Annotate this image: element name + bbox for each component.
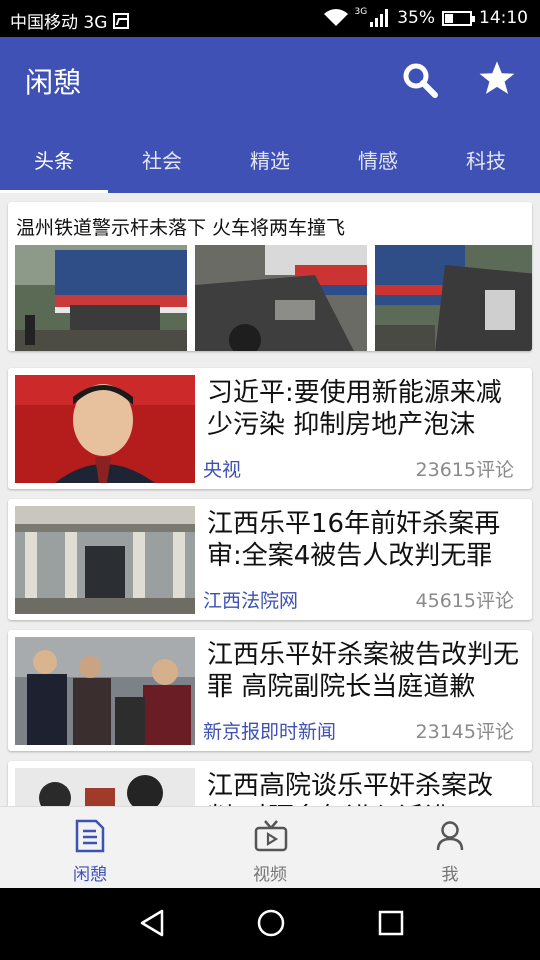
comment-count-2: 45615评论 <box>415 590 514 612</box>
gallery-headline: 温州铁道警示杆未落下 火车将两车撞飞 <box>16 217 346 239</box>
news-source-3[interactable]: 新京报即时新闻 <box>203 717 336 744</box>
news-image-4 <box>15 768 195 806</box>
news-feed[interactable]: 温州铁道警示杆未落下 火车将两车撞飞 习近平:要使用新能源来减少污染 抑制房地产… <box>0 193 540 806</box>
back-icon[interactable] <box>138 908 166 938</box>
comment-count-3: 23145评论 <box>415 721 514 743</box>
battery-percent: 35% <box>397 8 435 28</box>
home-icon[interactable] <box>256 908 286 938</box>
news-title-4: 江西高院谈乐平奸杀案改判:时隔多年进入诉讼 <box>207 771 494 806</box>
news-image-3 <box>15 637 195 745</box>
battery-icon <box>442 10 475 26</box>
app-bar: 闲憩 头条 社会 精选 情感 科技 <box>0 37 540 193</box>
news-image-2 <box>15 506 195 614</box>
gallery-image-1 <box>15 245 187 351</box>
comment-count-1: 23615评论 <box>415 459 514 481</box>
nav-item-home[interactable]: 闲憩 <box>0 807 180 889</box>
bottom-navigation: 闲憩 视频 我 <box>0 806 540 889</box>
category-tabs: 头条 社会 精选 情感 科技 <box>0 140 540 193</box>
tab-society[interactable]: 社会 <box>108 140 216 193</box>
signal-icon <box>370 9 389 27</box>
carrier-text: 中国移动 3G <box>10 13 108 33</box>
screenshot-notification-icon <box>113 12 130 29</box>
status-bar: 中国移动 3G 3G 35% 14:10 <box>0 0 540 37</box>
tab-emotion[interactable]: 情感 <box>324 140 432 193</box>
tab-featured[interactable]: 精选 <box>216 140 324 193</box>
nav-label-video: 视频 <box>253 865 287 885</box>
gallery-image-2 <box>195 245 367 351</box>
article-icon <box>75 819 105 853</box>
nav-label-me: 我 <box>441 865 459 885</box>
recents-icon[interactable] <box>377 908 405 938</box>
news-card-1[interactable]: 习近平:要使用新能源来减少污染 抑制房地产泡沫 央视 23615评论 <box>8 368 532 489</box>
news-card-4[interactable]: 江西高院谈乐平奸杀案改判:时隔多年进入诉讼 <box>8 761 532 806</box>
system-navigation-bar <box>0 888 540 960</box>
tab-tech[interactable]: 科技 <box>432 140 540 193</box>
tab-headlines[interactable]: 头条 <box>0 140 108 193</box>
app-title: 闲憩 <box>25 66 82 99</box>
news-title-2: 江西乐平16年前奸杀案再审:全案4被告人改判无罪 <box>207 509 501 571</box>
star-icon[interactable] <box>478 59 516 97</box>
nav-label-home: 闲憩 <box>73 865 107 885</box>
news-title-3: 江西乐平奸杀案被告改判无罪 高院副院长当庭道歉 <box>207 640 520 702</box>
news-image-1 <box>15 375 195 483</box>
news-source-1[interactable]: 央视 <box>203 455 241 482</box>
news-card-3[interactable]: 江西乐平奸杀案被告改判无罪 高院副院长当庭道歉 新京报即时新闻 23145评论 <box>8 630 532 751</box>
gallery-image-3 <box>375 245 532 351</box>
search-icon[interactable] <box>402 62 438 98</box>
person-icon <box>436 821 464 851</box>
nav-item-video[interactable]: 视频 <box>180 807 360 889</box>
wifi-icon <box>323 9 348 26</box>
clock: 14:10 <box>479 8 528 28</box>
news-card-2[interactable]: 江西乐平16年前奸杀案再审:全案4被告人改判无罪 江西法院网 45615评论 <box>8 499 532 620</box>
news-title-1: 习近平:要使用新能源来减少污染 抑制房地产泡沫 <box>207 378 502 440</box>
gallery-news-card[interactable]: 温州铁道警示杆未落下 火车将两车撞飞 <box>8 202 532 351</box>
video-icon <box>254 820 288 852</box>
nav-item-me[interactable]: 我 <box>360 807 540 889</box>
news-source-2[interactable]: 江西法院网 <box>203 586 298 613</box>
network-type-badge: 3G <box>354 7 368 17</box>
